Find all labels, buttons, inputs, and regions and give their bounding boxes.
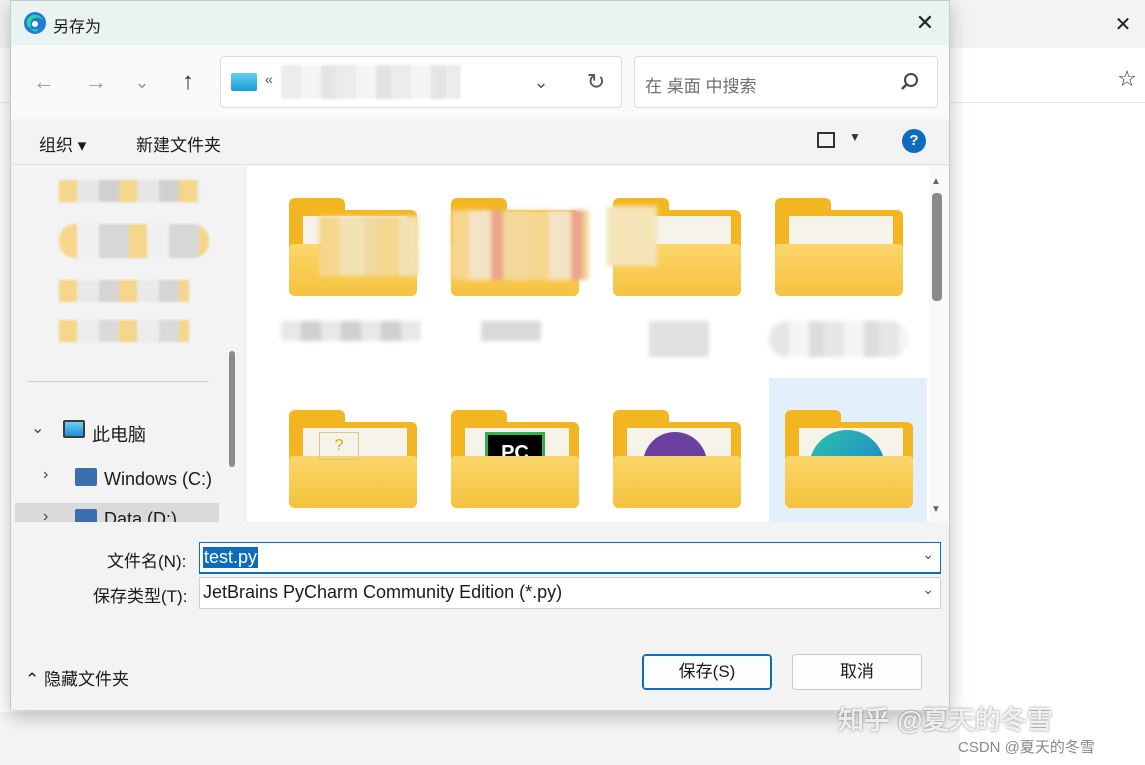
save-form: 文件名(N): test.py ⌄ 保存类型(T): JetBrains PyC… — [11, 522, 949, 622]
folder-item[interactable] — [745, 166, 909, 357]
folder-name-blurred — [481, 321, 541, 341]
filetype-select[interactable]: JetBrains PyCharm Community Edition (*.p… — [199, 577, 941, 609]
drive-icon — [75, 468, 97, 486]
nav-scrollbar[interactable] — [227, 166, 247, 522]
chevron-right-icon[interactable]: › — [43, 466, 48, 484]
chevron-up-icon: ⌃ — [25, 670, 40, 689]
scroll-up-icon[interactable]: ▲ — [931, 176, 941, 187]
browser-close-icon[interactable]: ✕ — [1108, 10, 1138, 40]
quick-access-item[interactable] — [59, 180, 199, 202]
dialog-footer: ⌃ 隐藏文件夹 保存(S) 取消 — [11, 622, 949, 710]
folder-icon — [775, 198, 903, 298]
navigation-pane: ⌄ 此电脑 › Windows (C:) › Data (D:) — [11, 166, 247, 522]
filetype-value: JetBrains PyCharm Community Edition (*.p… — [203, 582, 563, 602]
folder-icon — [785, 410, 913, 510]
hide-folders-label: 隐藏文件夹 — [43, 670, 129, 689]
zhihu-watermark: 知乎 @夏天的冬雪 — [838, 705, 1053, 735]
folder-item[interactable] — [259, 166, 421, 341]
recent-locations-icon[interactable]: ⌄ — [125, 65, 159, 99]
computer-icon — [63, 420, 85, 438]
folder-item[interactable]: PC — [421, 378, 579, 520]
browser-background — [0, 712, 960, 765]
address-path-blurred — [281, 65, 461, 99]
folder-item[interactable] — [421, 166, 589, 341]
folder-icon — [289, 410, 417, 510]
search-box[interactable]: 在 桌面 中搜索 — [634, 56, 938, 108]
dialog-titlebar: 另存为 ✕ — [11, 1, 949, 45]
nav-scroll-thumb[interactable] — [229, 351, 235, 467]
folder-item[interactable] — [583, 378, 741, 520]
search-icon[interactable] — [897, 69, 923, 95]
scroll-down-icon[interactable]: ▼ — [931, 504, 941, 515]
folder-preview-blurred — [319, 216, 419, 276]
up-icon[interactable]: ↑ — [171, 65, 205, 99]
filename-value[interactable]: test.py — [203, 547, 259, 568]
filename-input[interactable]: test.py ⌄ — [199, 542, 941, 574]
new-folder-button[interactable]: 新建文件夹 — [136, 131, 221, 156]
save-button[interactable]: 保存(S) — [642, 654, 772, 690]
address-chevron[interactable]: « — [265, 71, 273, 87]
view-dropdown-icon[interactable]: ▼ — [849, 130, 861, 144]
nav-item-this-pc[interactable]: ⌄ 此电脑 — [11, 411, 227, 451]
forward-icon[interactable]: → — [79, 65, 113, 99]
nav-divider — [27, 381, 209, 382]
navigation-bar: ← → ⌄ ↑ « ⌄ ↻ 在 桌面 中搜索 — [11, 45, 949, 119]
file-list: ? PC — [249, 166, 929, 522]
organize-menu[interactable]: 组织 ▾ — [39, 131, 86, 156]
desktop-folder-icon — [231, 73, 257, 91]
nav-item-drive-c[interactable]: › Windows (C:) — [11, 459, 227, 499]
folder-icon: PC — [451, 410, 579, 510]
quick-access-item[interactable] — [59, 320, 189, 342]
quick-access-item[interactable] — [59, 224, 209, 258]
drive-d-label: Data (D:) — [104, 509, 178, 522]
quick-access-item[interactable] — [59, 280, 189, 302]
folder-name-blurred — [281, 321, 421, 341]
folder-name-blurred — [769, 321, 909, 357]
chevron-right-icon[interactable]: › — [43, 508, 48, 522]
chevron-down-icon[interactable]: ⌄ — [31, 418, 44, 438]
save-as-dialog: 另存为 ✕ ← → ⌄ ↑ « ⌄ ↻ 在 桌面 中搜索 组织 ▾ 新建文件夹 … — [10, 0, 950, 710]
folder-preview-blurred — [607, 206, 657, 266]
edge-logo-icon — [24, 12, 46, 34]
hide-folders-toggle[interactable]: ⌃ 隐藏文件夹 — [25, 665, 129, 690]
folder-name-blurred — [649, 321, 709, 357]
this-pc-label: 此电脑 — [92, 425, 146, 445]
view-mode-icon[interactable] — [817, 132, 835, 148]
help-icon[interactable]: ? — [902, 129, 926, 153]
folder-item[interactable] — [583, 166, 741, 357]
filename-dropdown-icon[interactable]: ⌄ — [922, 546, 934, 563]
filetype-dropdown-icon[interactable]: ⌄ — [922, 581, 934, 598]
filetype-label: 保存类型(T): — [93, 587, 188, 606]
dialog-close-icon[interactable]: ✕ — [909, 8, 941, 38]
drive-c-label: Windows (C:) — [104, 469, 213, 489]
filename-label: 文件名(N): — [107, 552, 187, 571]
file-scroll-thumb[interactable] — [932, 193, 942, 301]
csdn-watermark: CSDN @夏天的冬雪 — [958, 739, 1095, 756]
nav-item-drive-d[interactable]: › Data (D:) — [15, 503, 219, 522]
cancel-button[interactable]: 取消 — [792, 654, 922, 690]
folder-item-selected[interactable] — [769, 378, 927, 522]
back-icon[interactable]: ← — [27, 65, 61, 99]
folder-preview-blurred — [451, 210, 589, 280]
folder-icon — [613, 410, 741, 510]
address-bar[interactable]: « ⌄ ↻ — [220, 56, 622, 108]
command-bar: 组织 ▾ 新建文件夹 ▼ ? — [11, 119, 949, 165]
content-area: ⌄ 此电脑 › Windows (C:) › Data (D:) ? PC ▲ … — [11, 166, 949, 522]
drive-icon — [75, 509, 97, 522]
refresh-icon[interactable]: ↻ — [581, 67, 611, 97]
search-placeholder: 在 桌面 中搜索 — [645, 77, 757, 96]
add-favorite-icon[interactable]: ☆ — [1112, 64, 1142, 94]
dialog-title: 另存为 — [53, 19, 102, 36]
question-file-icon: ? — [319, 432, 359, 460]
folder-item[interactable]: ? — [259, 378, 417, 520]
address-dropdown-icon[interactable]: ⌄ — [527, 67, 555, 97]
